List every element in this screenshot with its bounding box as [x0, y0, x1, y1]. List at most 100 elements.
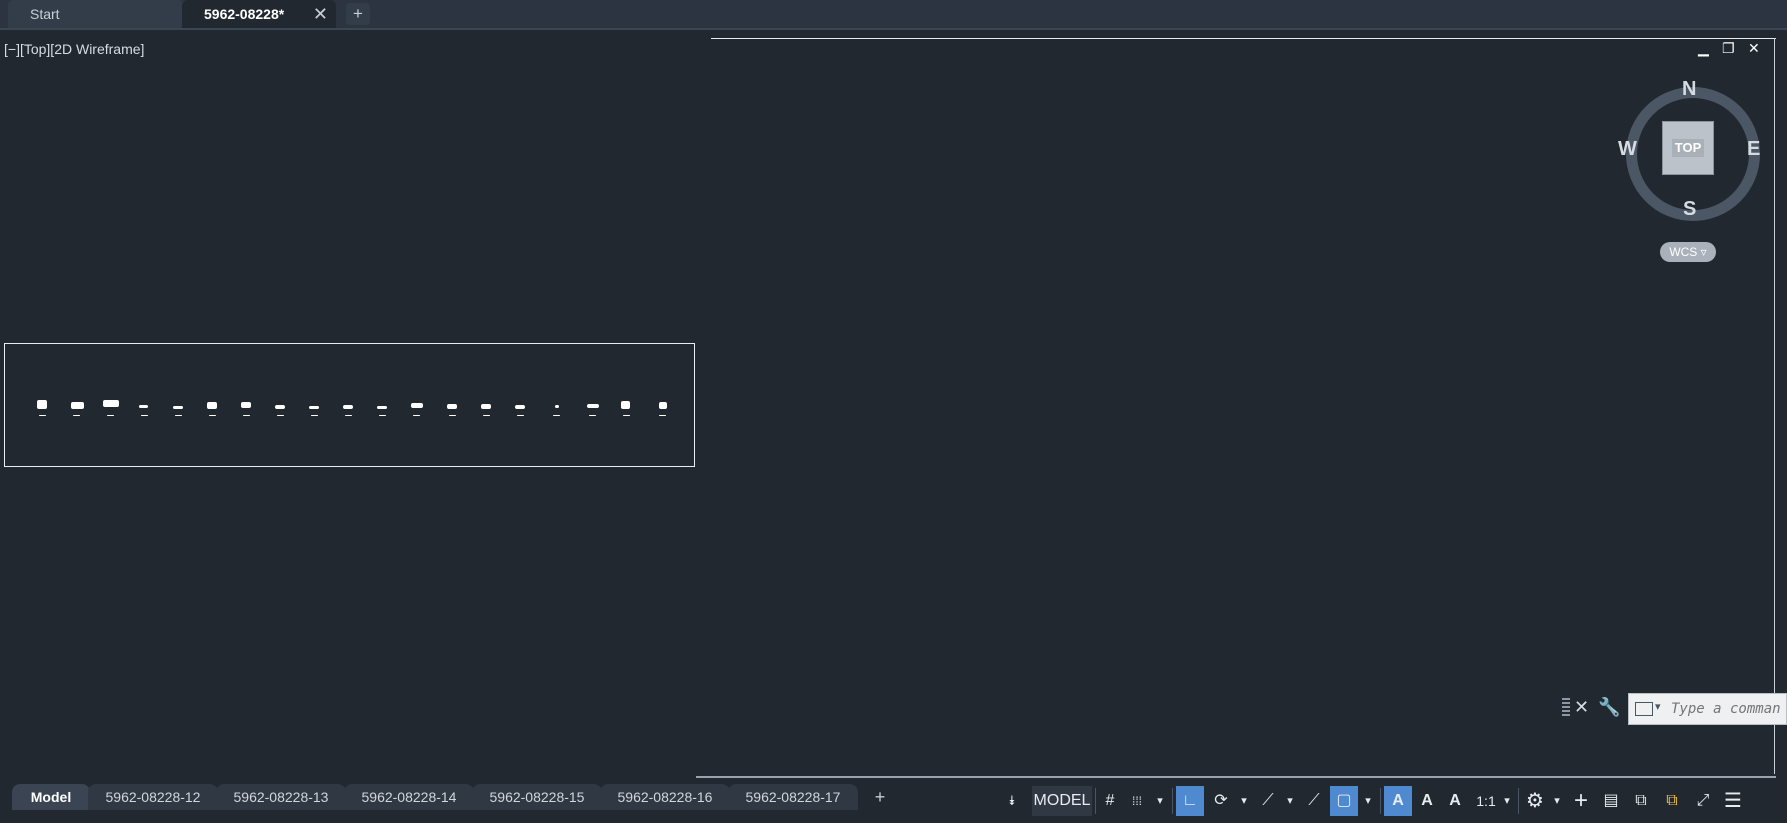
grid-icon[interactable]: # [1098, 786, 1122, 816]
new-layout-button[interactable]: + [868, 784, 892, 810]
drawing-mark [175, 415, 182, 416]
drawing-mark [209, 415, 216, 416]
drawing-mark [481, 404, 491, 409]
annotation-monitor-icon[interactable]: + [1568, 786, 1594, 816]
drawing-mark [241, 402, 251, 408]
chevron-down-icon[interactable]: ▾ [1655, 700, 1661, 713]
polar-menu-chevron-icon[interactable]: ▾ [1236, 786, 1252, 816]
isolate-objects-icon[interactable]: ⧉ [1628, 786, 1654, 816]
drawing-mark [555, 405, 559, 408]
compass-north[interactable]: N [1682, 78, 1696, 101]
annotation-visibility-icon[interactable]: A [1384, 786, 1412, 816]
drawing-mark [103, 400, 119, 407]
drawing-mark [39, 415, 46, 416]
drawing-mark [623, 415, 630, 416]
scale-menu-chevron-icon[interactable]: ▾ [1500, 786, 1514, 816]
drawing-mark [587, 404, 599, 408]
file-tab-active[interactable]: 5962-08228* ✕ [182, 0, 336, 28]
drawing-mark [449, 415, 456, 416]
drawing-mark [73, 415, 80, 416]
separator [1518, 788, 1519, 814]
separator [1380, 788, 1381, 814]
hardware-acceleration-icon[interactable]: ⧉ [1658, 786, 1686, 816]
annotation-scale-icon[interactable]: A [1442, 786, 1468, 816]
status-bar: ⯯ MODEL # ⁞⁞⁞ ▾ ∟ ⟳ ▾ ⟋ ▾ ⟋ ▢ ▾ A A A 1:… [1000, 784, 1787, 818]
file-tab-start[interactable]: Start [8, 0, 184, 28]
drawing-viewport[interactable]: [−][Top][2D Wireframe] ▁ ❐ ✕ [0, 30, 1787, 778]
customize-status-icon[interactable]: ⯯ [1000, 786, 1024, 816]
drawing-mark [107, 415, 114, 416]
viewport-label[interactable]: [−][Top][2D Wireframe] [4, 41, 144, 57]
isodraft-menu-chevron-icon[interactable]: ▾ [1282, 786, 1298, 816]
layout-tab-13[interactable]: 5962-08228-13 [216, 784, 346, 810]
file-tab-active-label: 5962-08228* [204, 6, 285, 22]
snap-menu-chevron-icon[interactable]: ▾ [1152, 786, 1168, 816]
recent-commands-icon[interactable] [1635, 702, 1653, 716]
auto-scale-icon[interactable]: A [1414, 786, 1440, 816]
drawing-mark [413, 415, 420, 416]
drawing-mark [553, 415, 560, 416]
wcs-menu-button[interactable]: WCS ▿ [1660, 242, 1716, 262]
compass-east[interactable]: E [1747, 138, 1760, 161]
model-space-button[interactable]: MODEL [1032, 786, 1092, 816]
drawing-sheet-border[interactable] [4, 343, 695, 467]
separator [1095, 788, 1096, 814]
polar-tracking-icon[interactable]: ⟳ [1208, 786, 1234, 816]
menu-icon[interactable]: ☰ [1720, 786, 1746, 816]
ortho-icon[interactable]: ∟ [1176, 786, 1204, 816]
wrench-icon[interactable]: 🔧 [1598, 697, 1620, 718]
viewport-border-top [711, 38, 1776, 39]
drawing-mark [309, 406, 319, 409]
drawing-mark [173, 406, 183, 409]
layout-tab-14[interactable]: 5962-08228-14 [344, 784, 474, 810]
drawing-mark [311, 415, 318, 416]
layout-tab-model[interactable]: Model [12, 784, 90, 810]
command-input-field[interactable]: ▾ [1628, 693, 1787, 725]
clean-screen-icon[interactable]: ⤢ [1690, 786, 1716, 816]
drawing-mark [659, 402, 667, 409]
horizontal-scrollbar[interactable] [696, 776, 1776, 778]
drawing-mark [483, 415, 490, 416]
layout-tab-15[interactable]: 5962-08228-15 [472, 784, 602, 810]
drag-grip-icon[interactable] [1562, 698, 1570, 718]
command-input[interactable] [1671, 699, 1787, 719]
workspace-menu-chevron-icon[interactable]: ▾ [1550, 786, 1564, 816]
new-tab-button[interactable]: + [346, 3, 370, 25]
drawing-mark [447, 404, 457, 409]
osnap-menu-chevron-icon[interactable]: ▾ [1360, 786, 1376, 816]
object-snap-icon[interactable]: ▢ [1330, 786, 1358, 816]
quick-properties-icon[interactable]: ▤ [1598, 786, 1624, 816]
drawing-mark [277, 415, 284, 416]
drawing-mark [377, 406, 387, 409]
drawing-mark [141, 415, 148, 416]
snap-icon[interactable]: ⁞⁞⁞ [1124, 786, 1150, 816]
command-close-icon[interactable]: ✕ [1574, 697, 1589, 718]
drawing-mark [275, 405, 285, 409]
drawing-mark [411, 403, 423, 408]
drawing-mark [243, 415, 250, 416]
isodraft-icon[interactable]: ⟋ [1256, 786, 1280, 816]
layout-tab-16[interactable]: 5962-08228-16 [600, 784, 730, 810]
drawing-mark [621, 401, 630, 409]
layout-tab-17[interactable]: 5962-08228-17 [728, 784, 858, 810]
viewcube-face-top[interactable]: TOP [1662, 121, 1714, 175]
layout-tab-12[interactable]: 5962-08228-12 [88, 784, 218, 810]
layout-tab-bar: Model 5962-08228-12 5962-08228-13 5962-0… [0, 782, 1010, 812]
drawing-mark [515, 405, 525, 409]
drawing-mark [207, 402, 217, 409]
drawing-mark [345, 415, 352, 416]
compass-south[interactable]: S [1683, 198, 1696, 221]
separator [1172, 788, 1173, 814]
drawing-mark [37, 400, 47, 409]
drawing-mark [139, 405, 148, 408]
close-tab-icon[interactable]: ✕ [313, 0, 328, 28]
object-snap-tracking-icon[interactable]: ⟋ [1302, 786, 1326, 816]
annotation-scale-value[interactable]: 1:1 [1472, 786, 1500, 816]
compass-west[interactable]: W [1618, 138, 1637, 161]
gear-icon[interactable]: ⚙ [1522, 786, 1548, 816]
drawing-mark [589, 415, 596, 416]
viewcube[interactable]: TOP N S E W WCS ▿ [1608, 47, 1778, 277]
drawing-mark [659, 415, 666, 416]
drawing-mark [343, 405, 353, 409]
file-tab-start-label: Start [30, 6, 60, 22]
